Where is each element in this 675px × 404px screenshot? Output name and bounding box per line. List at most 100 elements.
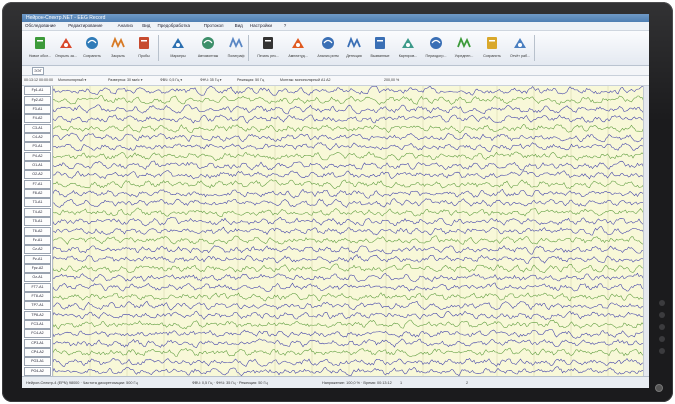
channel-label[interactable]: Pz-A1 <box>24 254 51 264</box>
channel-label[interactable]: FT7-A1 <box>24 282 51 292</box>
channel-label[interactable]: Fpz-A2 <box>24 263 51 273</box>
toolbar-button-label: Маркеры <box>170 54 186 58</box>
channel-label[interactable]: T3-A1 <box>24 198 51 208</box>
channel-label[interactable]: P3-A1 <box>24 142 51 152</box>
toolbar-button[interactable]: Периодогр... <box>422 33 450 63</box>
toolbar-button[interactable]: Сохранить <box>478 33 506 63</box>
automontage-icon <box>200 35 216 51</box>
eeg-trace-area[interactable]: Fp1-A1 Fp2-A2 F3-A1 F4-A2 C3-A1 C4-A2 P3-A1 P4-… <box>22 86 649 376</box>
reference-select[interactable]: Монтаж: монополярный A1 A2 <box>280 76 331 85</box>
tab-eeg[interactable]: ЭЭГ <box>32 67 44 75</box>
monitor-button <box>659 348 665 354</box>
highpass-select[interactable]: ФВЧ: 0,5 Гц ▾ <box>160 76 182 85</box>
menu-item[interactable]: ? <box>284 22 287 30</box>
channel-label[interactable]: T5-A1 <box>24 217 51 227</box>
channel-label[interactable]: T6-A2 <box>24 226 51 236</box>
channel-label[interactable]: FC3-A1 <box>24 320 51 330</box>
channel-label[interactable]: Cz-A2 <box>24 245 51 255</box>
toolbar-separator <box>158 35 159 61</box>
channel-label[interactable]: TP8-A2 <box>24 310 51 320</box>
monitor-button <box>659 336 665 342</box>
lowpass-select[interactable]: ФНЧ: 35 Гц ▾ <box>200 76 222 85</box>
menu-item[interactable]: Настройки <box>250 22 272 30</box>
channel-label[interactable]: F8-A2 <box>24 189 51 199</box>
eeg-trace <box>53 86 644 96</box>
toolbar-button[interactable]: Пробы <box>130 33 158 63</box>
channel-label[interactable]: FT8-A2 <box>24 291 51 301</box>
tests-icon <box>136 35 152 51</box>
vertical-scrollbar[interactable] <box>643 86 649 376</box>
menu-bar: Обследование Редактирование Анализ Вид Предо… <box>22 22 649 31</box>
periodogram-icon <box>428 35 444 51</box>
eeg-trace <box>53 272 644 283</box>
channel-label[interactable]: C3-A1 <box>24 123 51 133</box>
menu-item[interactable]: Протокол <box>204 22 224 30</box>
montage-select[interactable]: Монополярный ▾ <box>58 76 86 85</box>
eeg-trace <box>53 114 644 124</box>
channel-label[interactable]: O2-A2 <box>24 170 51 180</box>
zoom-readout[interactable]: 200,00 % <box>384 76 399 85</box>
channel-label[interactable]: FC4-A2 <box>24 329 51 339</box>
menu-item[interactable]: Редактирование <box>68 22 102 30</box>
page-marker[interactable]: 1 <box>400 377 402 388</box>
channel-label[interactable]: CP4-A2 <box>24 348 51 358</box>
detection-icon <box>346 35 362 51</box>
channel-label[interactable]: PO3-A1 <box>24 357 51 367</box>
channel-label[interactable]: Fz-A1 <box>24 235 51 245</box>
channel-label[interactable]: PO4-A2 <box>24 366 51 376</box>
menu-item[interactable]: Предобработка <box>158 22 190 30</box>
menu-item[interactable]: Вид <box>235 22 243 30</box>
toolbar-button[interactable]: Усреднен... <box>450 33 478 63</box>
eeg-trace <box>53 95 644 105</box>
channel-label[interactable]: Fp1-A1 <box>24 86 51 96</box>
eeg-trace <box>53 245 644 255</box>
toolbar-button[interactable]: Полиграф <box>222 33 250 63</box>
channel-labels: Fp1-A1 Fp2-A2 F3-A1 F4-A2 C3-A1 C4-A2 P3-A1 P4-… <box>22 86 53 376</box>
channel-label[interactable]: O1-A1 <box>24 161 51 171</box>
status-time: Напряжение: 100,0 % · Время: 00:13:12 <box>322 381 392 385</box>
toolbar-button[interactable]: Вызванные <box>366 33 394 63</box>
channel-label[interactable]: C4-A2 <box>24 132 51 142</box>
channel-label[interactable]: TP7-A1 <box>24 301 51 311</box>
eeg-plot[interactable] <box>53 86 644 376</box>
eeg-trace <box>53 319 644 330</box>
print-icon <box>260 35 276 51</box>
speed-select[interactable]: Развертка: 30 мм/с ▾ <box>108 76 143 85</box>
toolbar-button[interactable]: Маркеры <box>164 33 192 63</box>
channel-label[interactable]: T4-A2 <box>24 207 51 217</box>
toolbar-button[interactable]: Отчёт раб... <box>506 33 534 63</box>
control-bar: 00:13:12 00:00:00 Монополярный ▾ Разверт… <box>22 76 649 86</box>
menu-item[interactable]: Обследование <box>25 22 56 30</box>
eeg-trace <box>53 160 644 171</box>
eeg-trace <box>53 142 644 152</box>
channel-label[interactable]: Fp2-A2 <box>24 95 51 105</box>
eeg-trace <box>53 216 644 227</box>
channel-label[interactable]: F7-A1 <box>24 179 51 189</box>
channel-label[interactable]: Oz-A1 <box>24 273 51 283</box>
channel-label[interactable]: CP3-A1 <box>24 338 51 348</box>
eeg-trace <box>53 300 644 311</box>
channel-label[interactable]: F3-A1 <box>24 104 51 114</box>
eeg-trace <box>53 254 644 264</box>
app-window: Нейрон-Спектр.NET - EEG Record Обследова… <box>22 14 649 388</box>
toolbar-button[interactable]: Картиров... <box>394 33 422 63</box>
toolbar-button[interactable]: Автомонтаж <box>194 33 222 63</box>
window-title: Нейрон-Спектр.NET - EEG Record <box>26 15 106 21</box>
rhythm-analysis-icon <box>320 35 336 51</box>
menu-item[interactable]: Вид <box>142 22 150 30</box>
open-record-icon <box>58 35 74 51</box>
notch-toggle[interactable]: Режекция: 50 Гц <box>237 76 264 85</box>
channel-label[interactable]: F4-A2 <box>24 114 51 124</box>
eeg-trace <box>53 207 644 217</box>
toolbar-button[interactable]: Печать рез... <box>254 33 282 63</box>
report-icon <box>512 35 528 51</box>
eeg-trace <box>53 198 644 208</box>
channel-label[interactable]: P4-A2 <box>24 151 51 161</box>
menu-item[interactable]: Анализ <box>118 22 133 30</box>
toolbar-button-label: Отчёт раб... <box>509 54 530 58</box>
page-marker[interactable]: 2 <box>466 377 468 388</box>
toolbar-button[interactable]: Амплитуд... <box>284 33 312 63</box>
status-bar: Нейрон-Спектр-4 (EPN) 98000 · Частота ди… <box>22 376 649 388</box>
eeg-trace <box>53 123 644 133</box>
power-led <box>655 384 663 392</box>
